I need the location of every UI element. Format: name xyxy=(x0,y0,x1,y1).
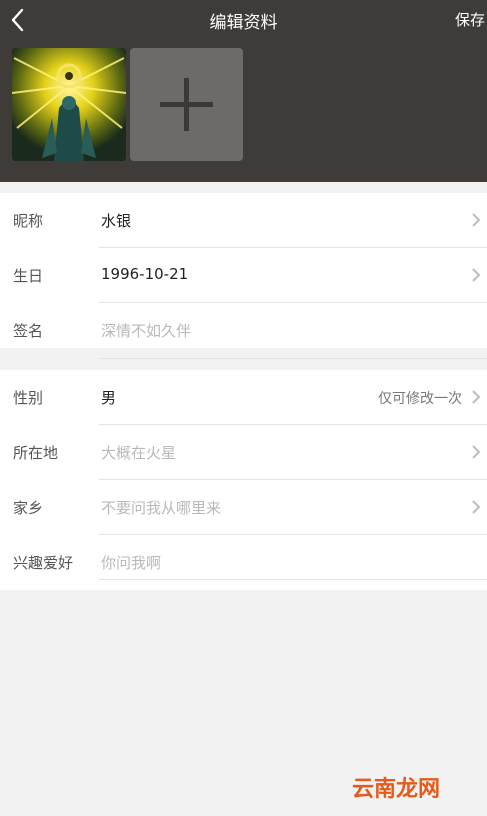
avatar[interactable] xyxy=(12,48,126,161)
hobbies-label: 兴趣爱好 xyxy=(13,554,74,572)
gender-hint: 仅可修改一次 xyxy=(378,391,462,407)
basic-info-section: 昵称 水银 生日 1996-10-21 签名 深情不如久伴 xyxy=(0,193,487,359)
birthday-label: 生日 xyxy=(13,267,44,285)
location-row[interactable]: 所在地 大概在火星 xyxy=(0,425,487,480)
chevron-right-icon xyxy=(472,390,481,404)
hobbies-input[interactable]: 你问我啊 xyxy=(101,552,161,573)
nickname-label: 昵称 xyxy=(13,212,44,230)
page-title: 编辑资料 xyxy=(209,13,278,33)
top-bar: 编辑资料 保存 xyxy=(0,0,487,40)
chevron-right-icon xyxy=(472,268,481,282)
gender-label: 性别 xyxy=(13,389,44,407)
profile-header: 编辑资料 保存 xyxy=(0,0,487,182)
hometown-row[interactable]: 家乡 不要问我从哪里来 xyxy=(0,480,487,535)
signature-input[interactable]: 深情不如久伴 xyxy=(101,320,191,341)
signature-label: 签名 xyxy=(13,322,44,340)
gender-row[interactable]: 性别 男 仅可修改一次 xyxy=(0,370,487,425)
signature-row[interactable]: 签名 深情不如久伴 xyxy=(0,303,487,359)
avatar-image xyxy=(12,48,126,161)
watermark: 云南龙网 xyxy=(352,777,441,802)
hometown-label: 家乡 xyxy=(13,499,44,517)
detail-info-section: 性别 男 仅可修改一次 所在地 大概在火星 家乡 不要问我从哪里来 兴趣爱好 你… xyxy=(0,370,487,590)
save-button[interactable]: 保存 xyxy=(455,9,485,30)
gender-value: 男 xyxy=(101,389,117,407)
add-photo-button[interactable] xyxy=(130,48,243,161)
hometown-value: 不要问我从哪里来 xyxy=(101,499,222,517)
location-label: 所在地 xyxy=(13,444,59,462)
birthday-value: 1996-10-21 xyxy=(101,265,189,283)
birthday-row[interactable]: 生日 1996-10-21 xyxy=(0,248,487,303)
chevron-right-icon xyxy=(472,445,481,459)
nickname-row[interactable]: 昵称 水银 xyxy=(0,193,487,248)
nickname-value: 水银 xyxy=(101,212,132,230)
location-value: 大概在火星 xyxy=(101,444,177,462)
chevron-right-icon xyxy=(472,213,481,227)
hobbies-row[interactable]: 兴趣爱好 你问我啊 xyxy=(0,535,487,590)
chevron-right-icon xyxy=(472,500,481,514)
